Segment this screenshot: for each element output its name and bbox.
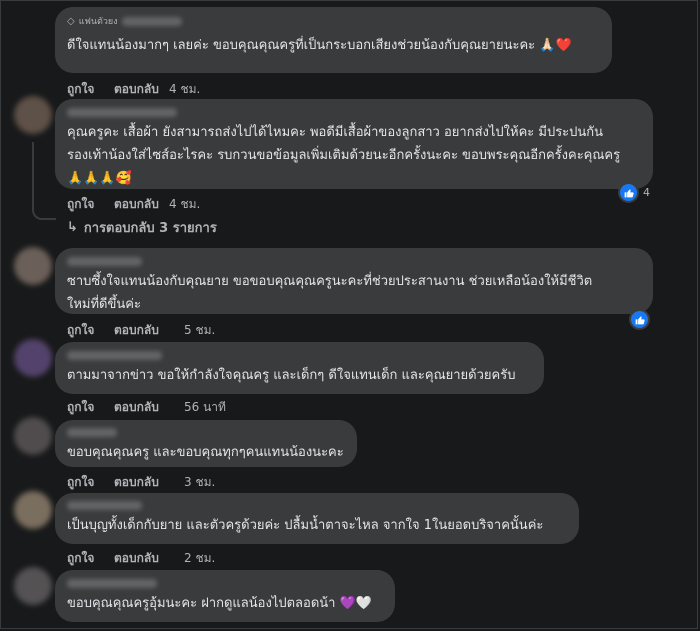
comment-actions: ถูกใจ ตอบกลับ 5 ชม. — [67, 321, 215, 340]
comment-actions: ถูกใจ ตอบกลับ 3 ชม. — [67, 473, 215, 492]
thumbs-up-icon — [629, 309, 650, 330]
comment-actions: ถูกใจ ตอบกลับ 4 ชม. — [67, 195, 200, 214]
comment-text: ขอบคุณคุณครูอุ้มนะคะ ฝากดูแลน้องไปตลอดน้… — [67, 596, 372, 611]
timestamp[interactable]: 5 ชม. — [184, 321, 215, 340]
comment-author[interactable] — [67, 498, 567, 512]
author-name-blurred — [121, 16, 182, 26]
avatar[interactable] — [14, 417, 52, 455]
reaction-summary[interactable] — [629, 309, 650, 330]
author-name-blurred — [67, 350, 162, 360]
comment-author[interactable] — [67, 576, 383, 590]
comment-text: ดีใจแทนน้องมากๆ เลยค่ะ ขอบคุณคุณครูที่เป… — [67, 38, 572, 53]
avatar[interactable] — [14, 339, 52, 377]
like-button[interactable]: ถูกใจ — [67, 549, 114, 568]
reply-button[interactable]: ตอบกลับ — [114, 398, 184, 417]
comment-text: ซาบซึ้งใจแทนน้องกับคุณยาย ขอขอบคุณคุณครู… — [67, 274, 593, 312]
view-replies-link[interactable]: ↳ การตอบกลับ 3 รายการ — [67, 217, 217, 238]
comment-bubble: เป็นบุญทั้งเด็กกับยาย และตัวครูด้วยค่ะ ป… — [55, 493, 579, 544]
thread-connector — [32, 142, 56, 220]
timestamp[interactable]: 2 ชม. — [184, 549, 215, 568]
comment-author[interactable] — [67, 105, 641, 119]
comment-text: ขอบคุณคุณครู และขอบคุณทุกๆคนแทนน้องนะคะ — [67, 445, 344, 460]
reply-button[interactable]: ตอบกลับ — [114, 80, 169, 99]
comment-bubble: ขอบคุณคุณครู และขอบคุณทุกๆคนแทนน้องนะคะ — [55, 420, 357, 467]
comment-author[interactable] — [67, 425, 345, 439]
like-button[interactable]: ถูกใจ — [67, 195, 114, 214]
timestamp[interactable]: 3 ชม. — [184, 473, 215, 492]
like-button[interactable]: ถูกใจ — [67, 473, 114, 492]
comment-author[interactable] — [67, 254, 641, 268]
thumbs-up-icon — [618, 182, 639, 203]
comment-actions: ถูกใจ ตอบกลับ 2 ชม. — [67, 549, 215, 568]
timestamp[interactable]: 4 ชม. — [169, 80, 200, 99]
like-button[interactable]: ถูกใจ — [67, 321, 114, 340]
comment-text: เป็นบุญทั้งเด็กกับยาย และตัวครูด้วยค่ะ ป… — [67, 518, 544, 533]
avatar[interactable] — [14, 491, 52, 529]
author-name-blurred — [67, 427, 117, 437]
author-name-blurred — [67, 500, 142, 510]
reply-button[interactable]: ตอบกลับ — [114, 321, 184, 340]
timestamp[interactable]: 4 ชม. — [169, 195, 200, 214]
reply-button[interactable]: ตอบกลับ — [114, 195, 169, 214]
comment-actions: ถูกใจ ตอบกลับ 4 ชม. — [67, 80, 200, 99]
reaction-summary[interactable]: 4 — [618, 182, 650, 203]
like-button[interactable]: ถูกใจ — [67, 80, 114, 99]
comment-bubble: ◇ แฟนตัวยง ดีใจแทนน้องมากๆ เลยค่ะ ขอบคุณ… — [55, 7, 612, 73]
author-name-blurred — [67, 578, 157, 588]
diamond-icon: ◇ — [67, 15, 75, 27]
comment-bubble: ซาบซึ้งใจแทนน้องกับคุณยาย ขอขอบคุณคุณครู… — [55, 248, 653, 314]
comment-bubble: ขอบคุณคุณครูอุ้มนะคะ ฝากดูแลน้องไปตลอดน้… — [55, 570, 395, 622]
comment-author[interactable] — [67, 348, 532, 362]
comment-text: ตามมาจากข่าว ขอให้กำลังใจคุณครู และเด็กๆ… — [67, 368, 516, 383]
comment-bubble: คุณครูคะ เสื้อผ้า ยังสามารถส่งไปได้ไหมคะ… — [55, 99, 653, 189]
comment-author[interactable]: ◇ แฟนตัวยง — [67, 14, 600, 28]
comment-text: คุณครูคะ เสื้อผ้า ยังสามารถส่งไปได้ไหมคะ… — [67, 125, 621, 186]
author-name-blurred — [67, 107, 177, 117]
avatar[interactable] — [14, 567, 52, 605]
reaction-count: 4 — [643, 186, 650, 199]
reply-button[interactable]: ตอบกลับ — [114, 549, 184, 568]
reply-button[interactable]: ตอบกลับ — [114, 473, 184, 492]
comment-bubble: ตามมาจากข่าว ขอให้กำลังใจคุณครู และเด็กๆ… — [55, 342, 544, 394]
reply-arrow-icon: ↳ — [67, 220, 78, 235]
timestamp[interactable]: 56 นาที — [184, 398, 226, 417]
avatar[interactable] — [14, 96, 52, 134]
top-fan-badge: ◇ แฟนตัวยง — [67, 14, 182, 28]
avatar[interactable] — [14, 247, 52, 285]
comment-actions: ถูกใจ ตอบกลับ 56 นาที — [67, 398, 226, 417]
author-name-blurred — [67, 256, 142, 266]
like-button[interactable]: ถูกใจ — [67, 398, 114, 417]
